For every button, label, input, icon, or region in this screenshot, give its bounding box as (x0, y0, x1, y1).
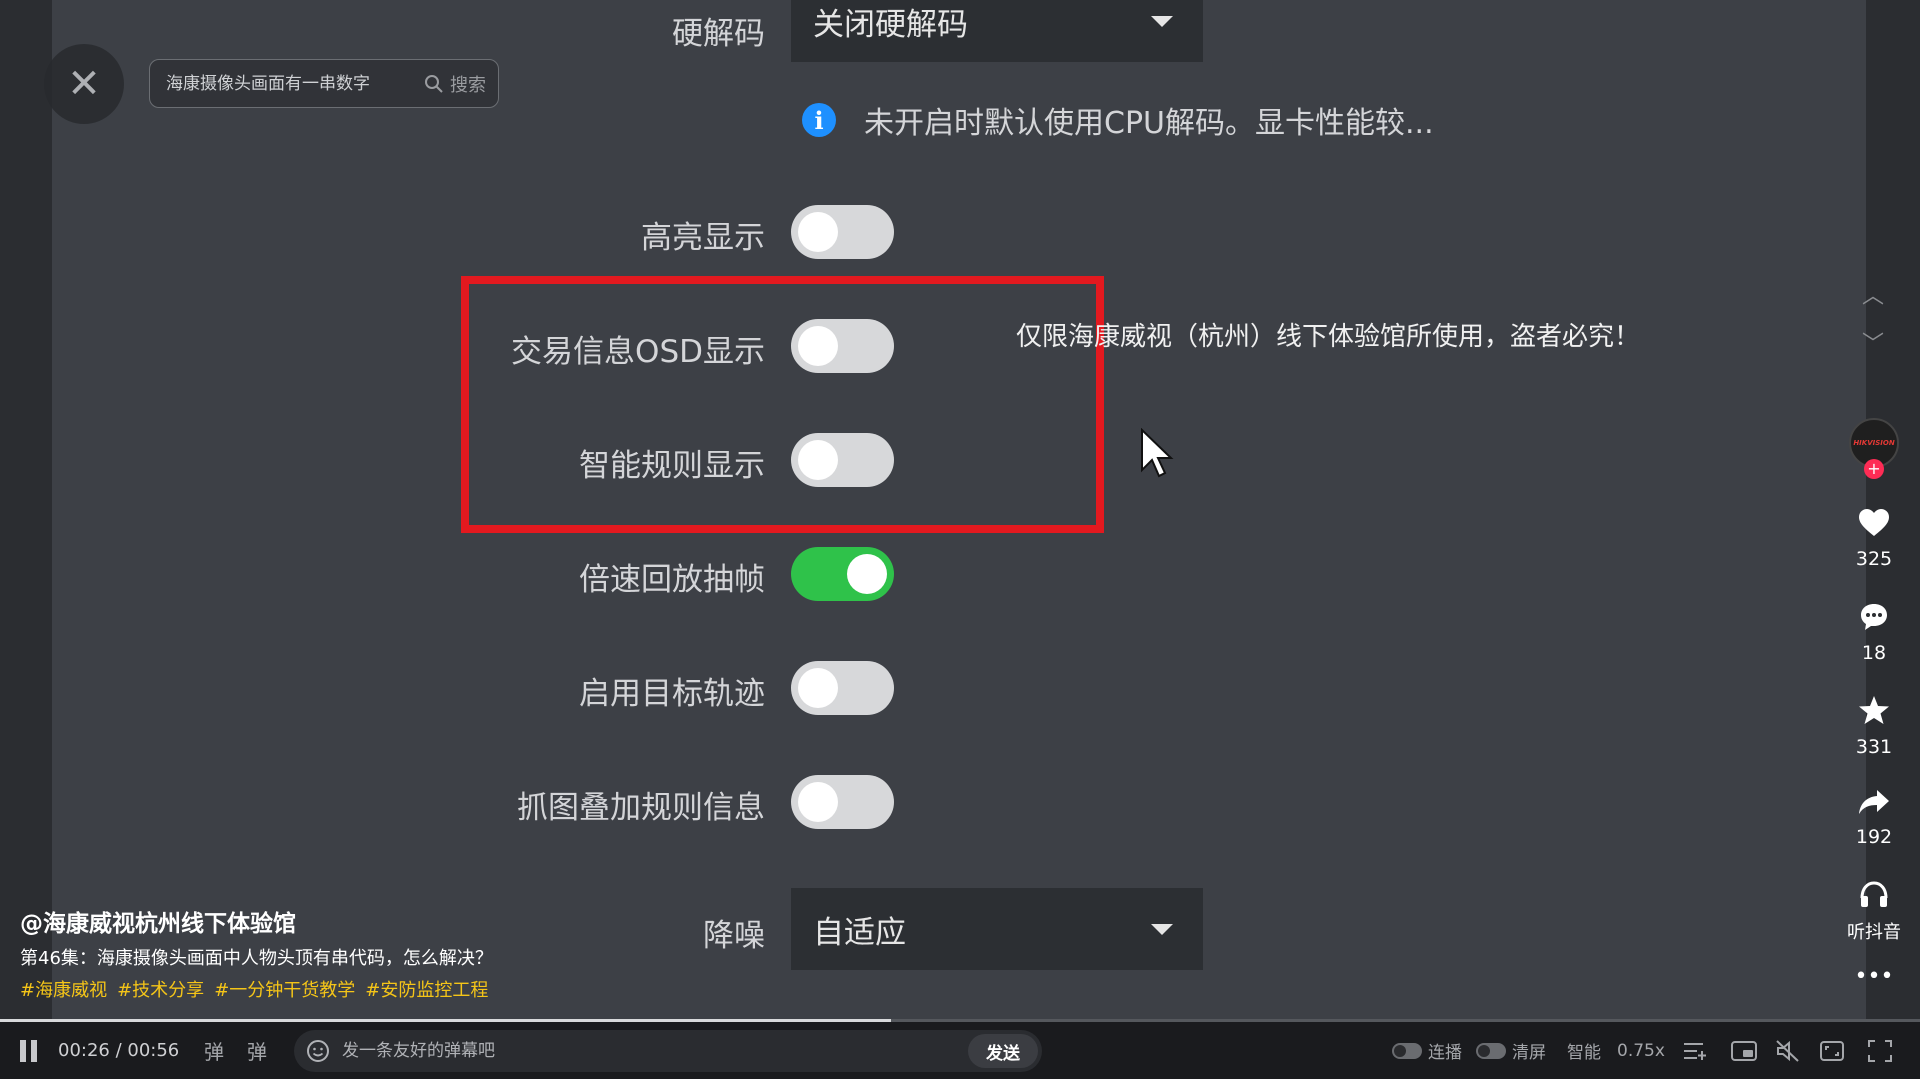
favorite-button[interactable]: 331 (1842, 694, 1906, 758)
noise-dropdown[interactable]: 自适应 (791, 888, 1203, 970)
share-icon (1859, 790, 1889, 814)
time-display: 00:26 / 00:56 (58, 1040, 180, 1061)
more-icon[interactable]: ••• (1842, 964, 1906, 989)
hashtag[interactable]: #安防监控工程 (365, 976, 488, 1002)
toggle-highlight[interactable] (791, 205, 894, 259)
toggle-switch (1476, 1042, 1506, 1059)
comment-count: 18 (1861, 642, 1887, 664)
avatar-logo: HIKVISION (1853, 439, 1895, 447)
clear-screen-toggle[interactable]: 清屏 (1476, 1022, 1546, 1079)
left-letterbox (0, 0, 52, 1020)
like-button[interactable]: 325 (1842, 508, 1906, 570)
noise-label: 降噪 (703, 918, 765, 954)
chevron-down-icon (1151, 15, 1173, 27)
hashtag[interactable]: #技术分享 (117, 976, 204, 1002)
toggle-label-capture-rules: 抓图叠加规则信息 (517, 790, 765, 826)
chevron-down-icon (1151, 923, 1173, 935)
widescreen-icon[interactable] (1820, 1022, 1844, 1079)
listen-button[interactable]: 听抖音 (1842, 880, 1906, 944)
info-icon: i (802, 103, 836, 137)
watermark-text: 仅限海康威视（杭州）线下体验馆所使用，盗者必究！ (1016, 322, 1641, 352)
search-button-label: 搜索 (450, 74, 486, 96)
danmu-bar: 发送 (294, 1030, 1042, 1072)
toggle-label-highlight: 高亮显示 (641, 220, 765, 256)
toggle-speed-frames[interactable] (791, 547, 894, 601)
autoplay-toggle[interactable]: 连播 (1392, 1022, 1462, 1079)
info-note: i 未开启时默认使用CPU解码。显卡性能较... (802, 98, 1434, 142)
follow-button[interactable]: + (1864, 459, 1884, 479)
autoplay-label: 连播 (1428, 1043, 1462, 1063)
star-icon (1859, 696, 1889, 724)
search-icon (425, 74, 443, 93)
pip-icon[interactable] (1731, 1022, 1757, 1079)
danmu-settings-icon[interactable]: 弹 (247, 1022, 267, 1079)
toggle-knob (798, 212, 838, 252)
toggle-label-target-track: 启用目标轨迹 (579, 676, 765, 712)
toggle-knob (798, 668, 838, 708)
comment-icon (1861, 604, 1887, 630)
headphones-icon (1860, 881, 1888, 907)
search-button[interactable]: 搜索 (424, 71, 486, 97)
hard-decode-value: 关闭硬解码 (813, 6, 968, 43)
toggle-switch (1392, 1042, 1422, 1059)
hard-decode-label: 硬解码 (672, 16, 765, 52)
fullscreen-icon[interactable] (1868, 1022, 1892, 1079)
close-icon: ✕ (67, 61, 101, 107)
chevron-down-icon[interactable]: ﹀ (1862, 326, 1884, 358)
search-bar: 搜索 (149, 59, 499, 108)
speed-button[interactable]: 0.75x (1617, 1022, 1665, 1079)
hard-decode-dropdown[interactable]: 关闭硬解码 (791, 0, 1203, 62)
toggle-knob (798, 782, 838, 822)
share-button[interactable]: 192 (1842, 788, 1906, 848)
mouse-cursor-icon (1141, 428, 1174, 478)
highlight-box (461, 276, 1104, 533)
toggle-label-speed-frames: 倍速回放抽帧 (579, 562, 765, 598)
clear-screen-label: 清屏 (1512, 1043, 1546, 1063)
heart-icon (1859, 509, 1889, 536)
toggle-capture-rules[interactable] (791, 775, 894, 829)
pause-button[interactable] (20, 1022, 37, 1079)
video-description: 第46集：海康摄像头画面中人物头顶有串代码，怎么解决？ (20, 948, 493, 969)
hashtag[interactable]: #一分钟干货教学 (214, 976, 355, 1002)
listen-label: 听抖音 (1847, 922, 1901, 943)
toggle-knob (847, 554, 887, 594)
mute-icon[interactable] (1776, 1022, 1800, 1079)
like-count: 325 (1855, 548, 1893, 570)
toggle-target-track[interactable] (791, 661, 894, 715)
search-input[interactable] (166, 73, 424, 94)
hashtag[interactable]: #海康威视 (20, 976, 107, 1002)
danmu-input[interactable] (342, 1041, 968, 1061)
danmu-toggle-icon[interactable]: 弹 (204, 1022, 224, 1079)
noise-value: 自适应 (813, 914, 906, 951)
send-button[interactable]: 发送 (968, 1034, 1038, 1068)
control-bar: 00:26 / 00:56 弹 弹 发送 连播 清屏 智能 0.75x (0, 1022, 1920, 1079)
quality-button[interactable]: 智能 (1567, 1022, 1601, 1079)
playlist-icon[interactable] (1683, 1022, 1707, 1079)
emoji-icon[interactable] (306, 1039, 330, 1063)
chevron-up-icon[interactable]: ︿ (1862, 278, 1884, 310)
close-button[interactable]: ✕ (44, 44, 124, 124)
author-name[interactable]: @海康威视杭州线下体验馆 (20, 904, 296, 938)
hashtag-list: #海康威视 #技术分享 #一分钟干货教学 #安防监控工程 (20, 976, 488, 1002)
comment-button[interactable]: 18 (1842, 602, 1906, 664)
info-text: 未开启时默认使用CPU解码。显卡性能较... (864, 106, 1434, 141)
favorite-count: 331 (1855, 736, 1893, 758)
share-count: 192 (1855, 826, 1893, 848)
video-player: 硬解码 关闭硬解码 i 未开启时默认使用CPU解码。显卡性能较... 高亮显示 … (0, 0, 1920, 1079)
